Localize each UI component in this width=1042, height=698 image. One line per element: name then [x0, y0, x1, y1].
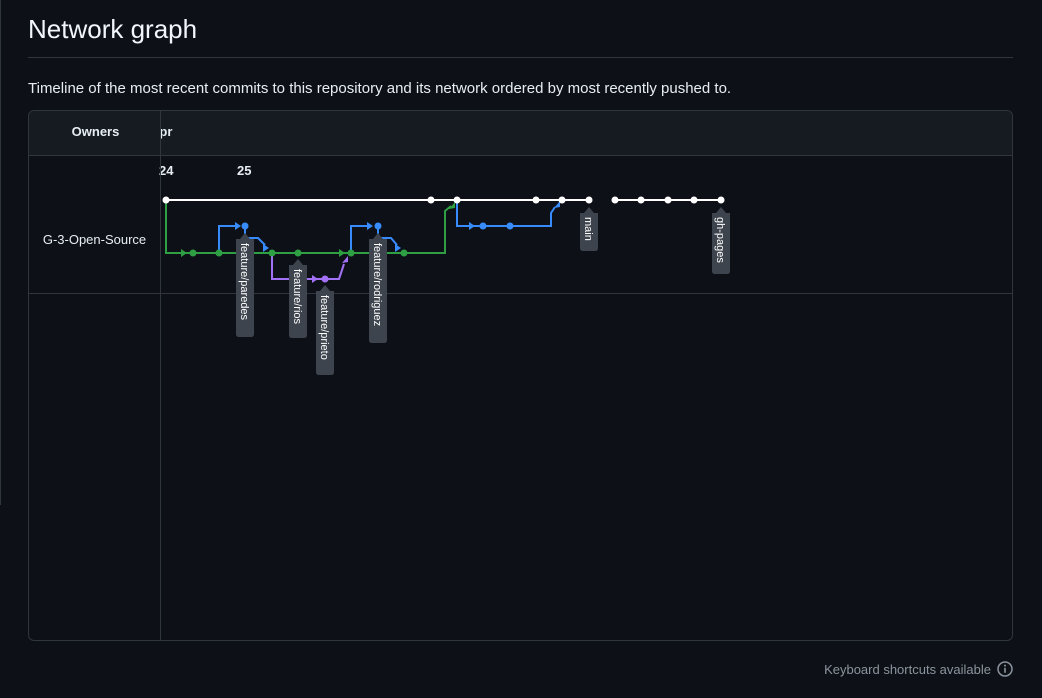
info-icon: [997, 661, 1013, 677]
commit-dot[interactable]: [453, 196, 461, 204]
commit-graph[interactable]: main gh-pages feature/paredes feature/rios f…: [29, 111, 1012, 640]
merge-arrow: [181, 249, 187, 257]
branch-tag-feature-rodriguez[interactable]: feature/rodriguez: [369, 233, 387, 343]
keyboard-shortcuts-label: Keyboard shortcuts available: [824, 661, 991, 677]
branch-label: feature/paredes: [238, 243, 250, 321]
branch-line-blue-merge: [456, 200, 556, 227]
commit-dot[interactable]: [558, 196, 566, 204]
title-divider: [28, 57, 1013, 58]
commit-dot[interactable]: [294, 249, 302, 257]
commit-dot[interactable]: [162, 196, 170, 204]
branch-label: feature/rodriguez: [371, 243, 383, 326]
merge-arrow: [342, 256, 348, 263]
commit-dot[interactable]: [611, 196, 619, 204]
branch-tag-main[interactable]: main: [580, 207, 598, 251]
branch-line-green-merge: [404, 205, 452, 254]
merge-arrow: [312, 275, 318, 283]
branch-line-prieto: [271, 253, 345, 280]
network-graph[interactable]: Owners Apr 24 25 G-3-Open-Source maingh-…: [28, 110, 1013, 641]
keyboard-shortcuts-link[interactable]: Keyboard shortcuts available: [824, 661, 1013, 677]
merge-arrow: [263, 244, 269, 252]
branch-line-rodriguez: [350, 225, 371, 253]
merge-arrow: [367, 222, 373, 230]
commit-dot[interactable]: [268, 249, 276, 257]
branch-label: main: [582, 217, 594, 241]
page-description: Timeline of the most recent commits to t…: [28, 80, 732, 97]
commit-dot[interactable]: [400, 249, 408, 257]
page-title: Network graph: [28, 14, 198, 44]
merge-arrow: [395, 244, 401, 252]
commit-dot[interactable]: [506, 222, 514, 230]
merge-arrow: [339, 249, 345, 257]
commit-dot[interactable]: [637, 196, 645, 204]
branch-label: feature/rios: [291, 269, 303, 325]
commit-dot[interactable]: [690, 196, 698, 204]
commit-dot[interactable]: [479, 222, 487, 230]
merge-arrow: [469, 222, 475, 230]
commit-dot[interactable]: [189, 249, 197, 257]
commit-dot[interactable]: [585, 196, 593, 204]
merge-arrow: [554, 201, 560, 208]
branch-tag-gh-pages[interactable]: gh-pages: [712, 207, 730, 274]
branch-tag-feature-rios[interactable]: feature/rios: [289, 259, 307, 338]
branch-label: gh-pages: [714, 217, 726, 263]
commit-dot[interactable]: [717, 196, 725, 204]
commit-dot[interactable]: [532, 196, 540, 204]
commit-dot[interactable]: [347, 249, 355, 257]
commit-dot[interactable]: [241, 222, 249, 230]
branch-tag-feature-paredes[interactable]: feature/paredes: [236, 233, 254, 337]
commit-dot[interactable]: [664, 196, 672, 204]
commit-dot[interactable]: [321, 275, 329, 283]
branch-tag-feature-prieto[interactable]: feature/prieto: [316, 285, 334, 375]
commit-dot[interactable]: [374, 222, 382, 230]
left-edge-border: [0, 0, 1, 505]
branch-label: feature/prieto: [318, 295, 330, 360]
merge-arrow: [235, 222, 241, 230]
commit-dot[interactable]: [427, 196, 435, 204]
commit-dot[interactable]: [215, 249, 223, 257]
